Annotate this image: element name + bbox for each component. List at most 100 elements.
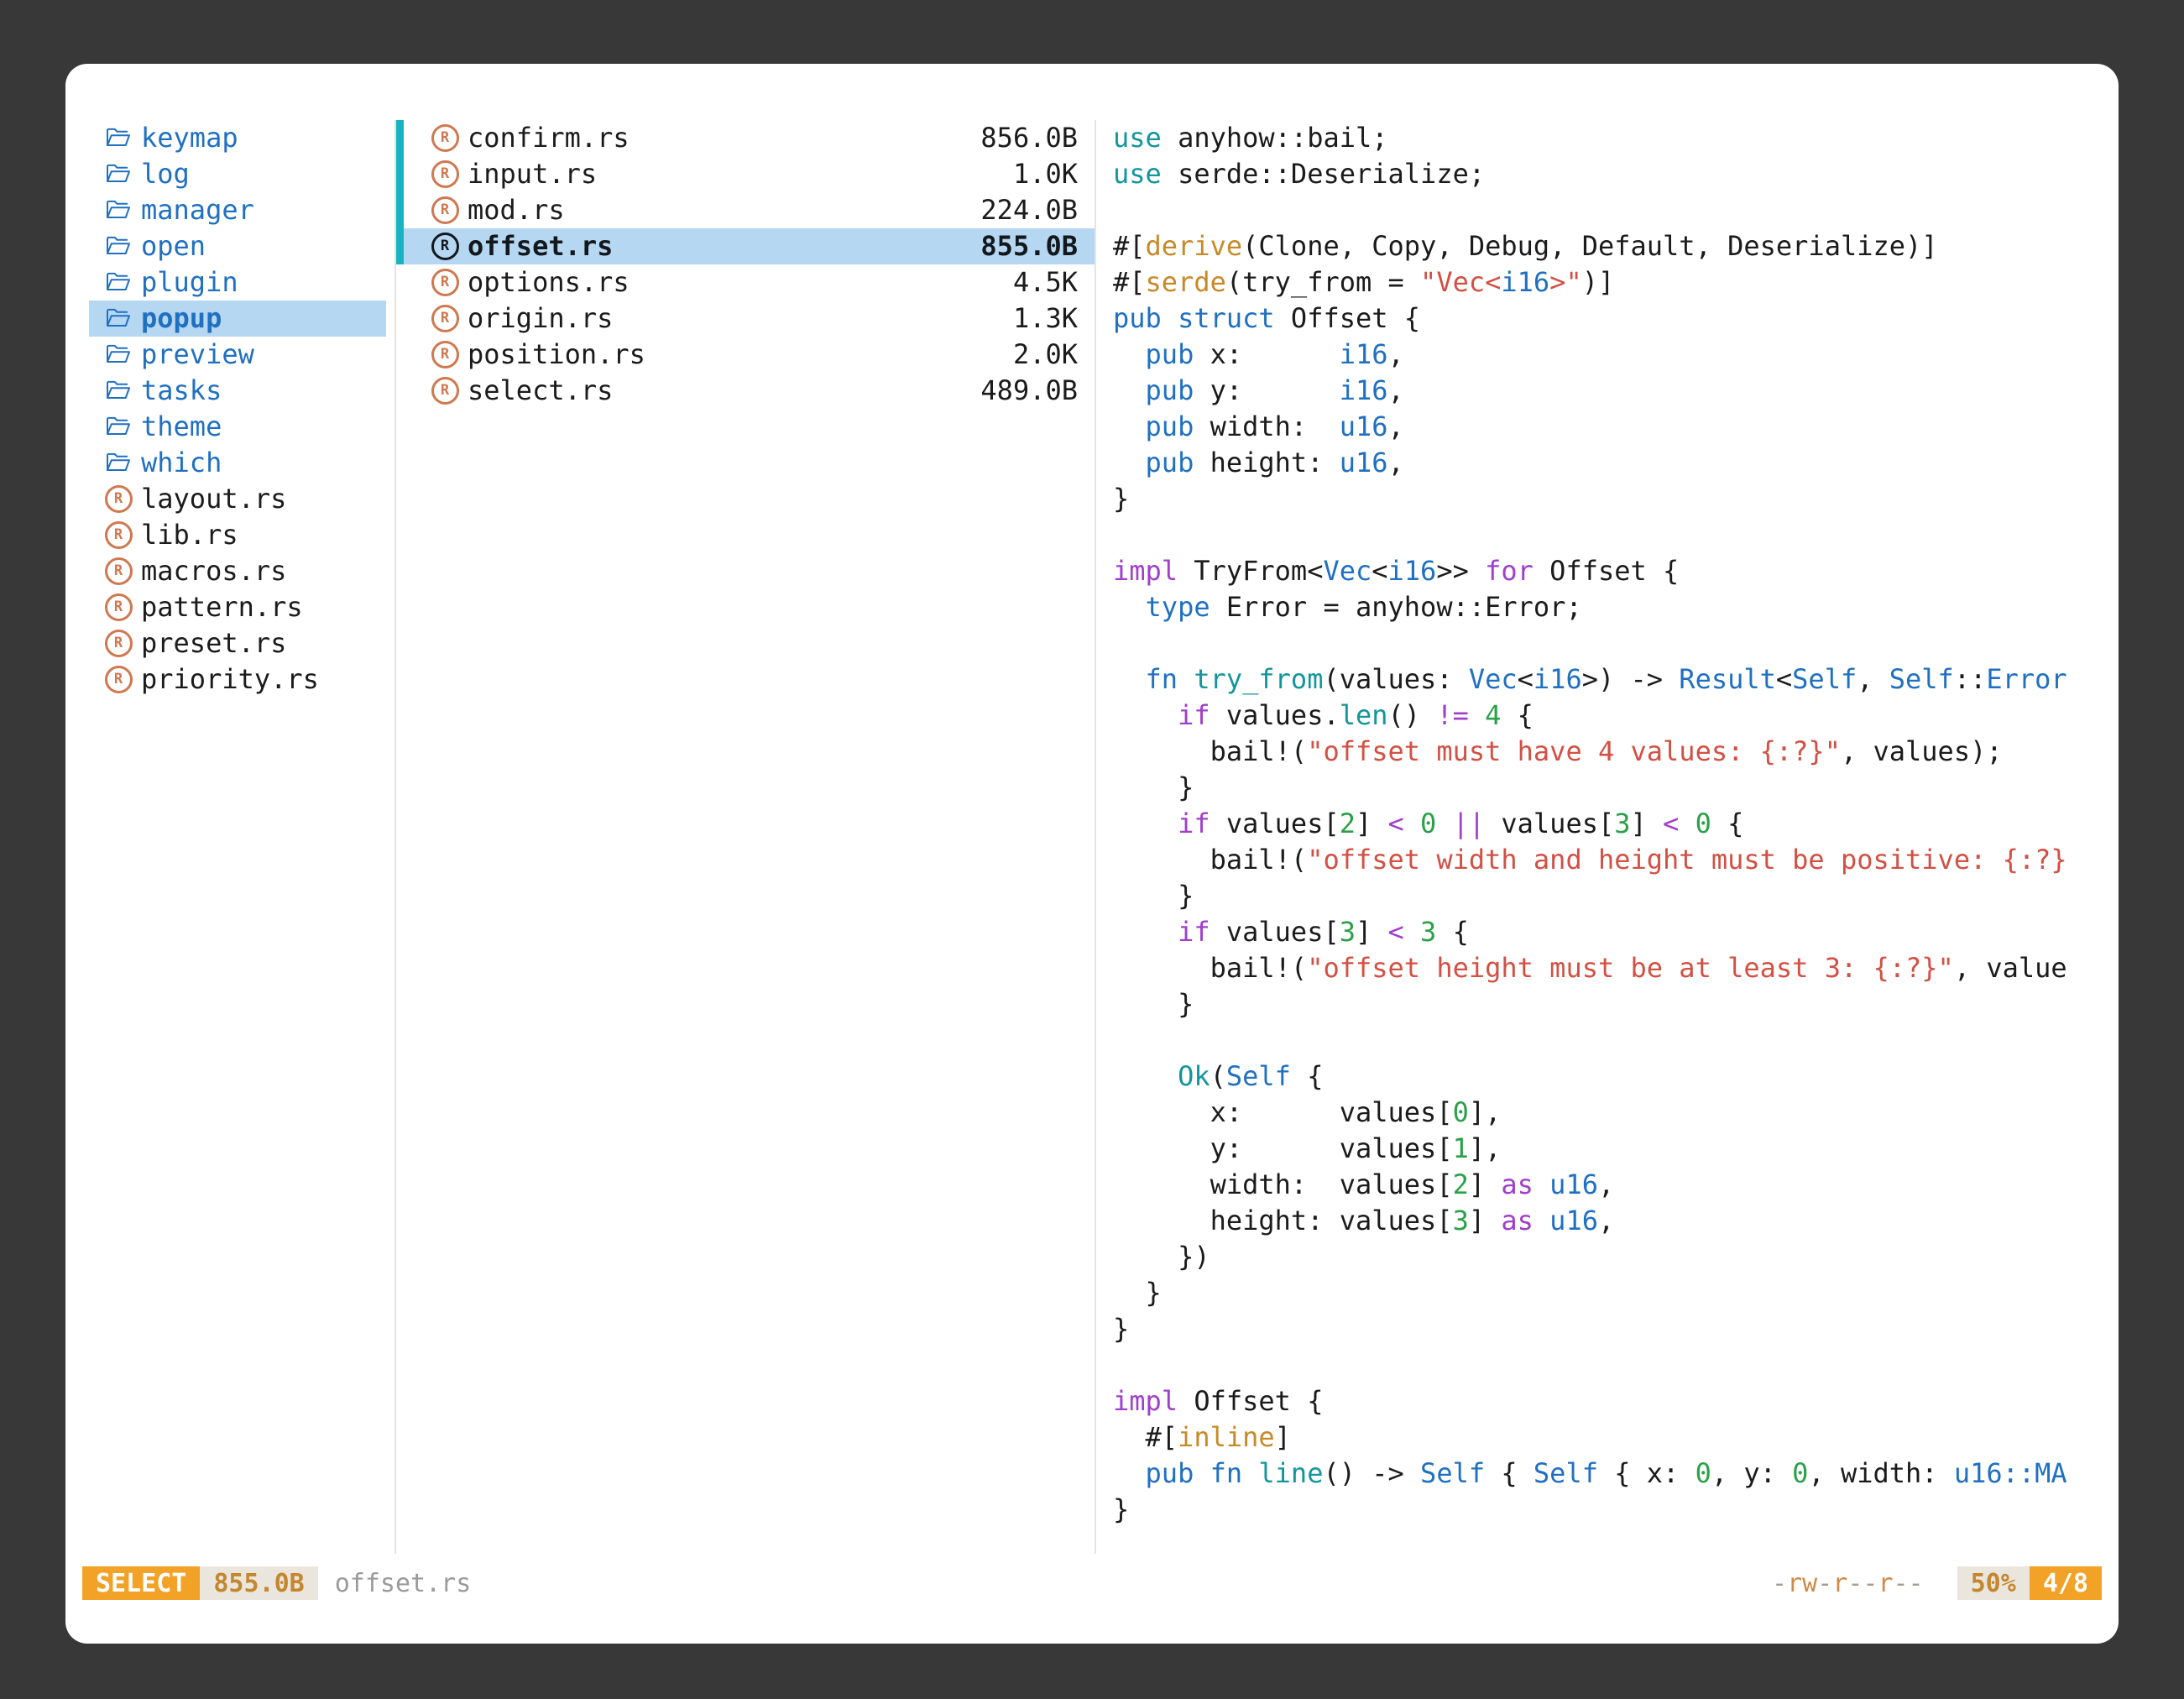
rust-file-icon: R: [431, 341, 459, 369]
sidebar-file-macros-rs[interactable]: Rmacros.rs: [89, 553, 386, 589]
code-line: height: values[3] as u16,: [1113, 1203, 2119, 1239]
file-name: origin.rs: [468, 301, 1013, 337]
folder-icon: [104, 272, 133, 293]
entry-label: plugin: [141, 264, 238, 301]
file-row-select-rs[interactable]: Rselect.rs489.0B: [396, 373, 1095, 409]
file-name: mod.rs: [468, 192, 980, 228]
file-row-input-rs[interactable]: Rinput.rs1.0K: [396, 156, 1095, 192]
file-row-position-rs[interactable]: Rposition.rs2.0K: [396, 337, 1095, 373]
entry-label: open: [141, 228, 206, 264]
file-row-options-rs[interactable]: Roptions.rs4.5K: [396, 264, 1095, 301]
file-size: 224.0B: [980, 192, 1078, 228]
folder-icon: [104, 128, 133, 149]
status-right: -rw-r--r-- 50% 4/8: [1772, 1566, 2102, 1600]
file-name: input.rs: [468, 156, 1013, 192]
sidebar-file-priority-rs[interactable]: Rpriority.rs: [89, 661, 386, 698]
code-line: [1113, 625, 2119, 661]
rust-file-icon: R: [431, 160, 459, 188]
code-line: Ok(Self {: [1113, 1059, 2119, 1095]
folder-icon: [104, 380, 133, 401]
code-line: pub height: u16,: [1113, 445, 2119, 481]
sidebar-file-layout-rs[interactable]: Rlayout.rs: [89, 481, 386, 517]
entry-label: which: [141, 445, 222, 481]
code-line: }: [1113, 481, 2119, 517]
sidebar-dir-open[interactable]: open: [89, 228, 386, 264]
rust-file-icon: R: [104, 485, 133, 513]
sidebar-dir-preview[interactable]: preview: [89, 337, 386, 373]
sidebar-dir-tasks[interactable]: tasks: [89, 373, 386, 409]
sidebar-dir-popup[interactable]: popup: [89, 301, 386, 337]
entry-label: log: [141, 156, 190, 192]
folder-icon: [104, 200, 133, 221]
cursor-position-badge: 4/8: [2030, 1566, 2102, 1600]
entry-label: preview: [141, 337, 254, 373]
sidebar-dir-log[interactable]: log: [89, 156, 386, 192]
file-size: 4.5K: [1013, 264, 1078, 301]
sidebar-dir-keymap[interactable]: keymap: [89, 120, 386, 156]
folder-icon: [104, 416, 133, 437]
sidebar-file-pattern-rs[interactable]: Rpattern.rs: [89, 589, 386, 625]
file-size: 856.0B: [980, 120, 1078, 156]
sidebar-dir-manager[interactable]: manager: [89, 192, 386, 228]
code-line: if values.len() != 4 {: [1113, 698, 2119, 734]
rust-file-icon: R: [431, 124, 459, 152]
code-line: #[inline]: [1113, 1419, 2119, 1456]
code-line: [1113, 1347, 2119, 1383]
file-row-mod-rs[interactable]: Rmod.rs224.0B: [396, 192, 1095, 228]
code-line: bail!("offset height must be at least 3:…: [1113, 950, 2119, 986]
rust-file-icon: R: [104, 521, 133, 549]
sidebar-dir-plugin[interactable]: plugin: [89, 264, 386, 301]
file-size: 2.0K: [1013, 337, 1078, 373]
rust-file-icon: R: [104, 666, 133, 693]
panes: keymaplogmanageropenpluginpopuppreviewta…: [65, 64, 2119, 1554]
code-line: x: values[0],: [1113, 1095, 2119, 1131]
file-name: position.rs: [468, 337, 1013, 373]
rust-file-icon: R: [104, 593, 133, 621]
file-name: select.rs: [468, 373, 980, 409]
file-row-origin-rs[interactable]: Rorigin.rs1.3K: [396, 301, 1095, 337]
code-line: width: values[2] as u16,: [1113, 1167, 2119, 1203]
entry-label: pattern.rs: [141, 589, 303, 625]
file-row-offset-rs[interactable]: Roffset.rs855.0B: [396, 228, 1095, 264]
code-line: }: [1113, 1311, 2119, 1347]
rust-file-icon: R: [431, 305, 459, 332]
file-name: offset.rs: [468, 228, 980, 264]
entry-label: lib.rs: [141, 517, 238, 553]
file-size: 855.0B: [980, 228, 1078, 264]
code-line: impl TryFrom<Vec<i16>> for Offset {: [1113, 553, 2119, 589]
sidebar-dir-theme[interactable]: theme: [89, 409, 386, 445]
file-name: confirm.rs: [468, 120, 980, 156]
sidebar-file-lib-rs[interactable]: Rlib.rs: [89, 517, 386, 553]
current-pane: Rconfirm.rs856.0BRinput.rs1.0KRmod.rs224…: [394, 120, 1096, 1554]
folder-icon: [104, 164, 133, 185]
parent-pane: keymaplogmanageropenpluginpopuppreviewta…: [65, 120, 394, 1554]
file-size: 1.0K: [1013, 156, 1078, 192]
code-line: use serde::Deserialize;: [1113, 156, 2119, 192]
rust-file-icon: R: [431, 233, 459, 260]
file-size-badge: 855.0B: [200, 1566, 317, 1600]
sidebar-dir-which[interactable]: which: [89, 445, 386, 481]
entry-label: keymap: [141, 120, 238, 156]
code-line: if values[2] < 0 || values[3] < 0 {: [1113, 806, 2119, 842]
code-line: }): [1113, 1239, 2119, 1275]
code-line: impl Offset {: [1113, 1383, 2119, 1419]
code-line: type Error = anyhow::Error;: [1113, 589, 2119, 625]
folder-icon: [104, 452, 133, 473]
code-line: pub x: i16,: [1113, 337, 2119, 373]
code-line: use anyhow::bail;: [1113, 120, 2119, 156]
sidebar-file-preset-rs[interactable]: Rpreset.rs: [89, 625, 386, 661]
entry-label: tasks: [141, 373, 222, 409]
mode-badge: SELECT: [82, 1566, 200, 1600]
scroll-percent-badge: 50%: [1957, 1566, 2030, 1600]
code-line: [1113, 517, 2119, 553]
code-line: }: [1113, 1275, 2119, 1311]
file-size: 1.3K: [1013, 301, 1078, 337]
file-row-confirm-rs[interactable]: Rconfirm.rs856.0B: [396, 120, 1095, 156]
entry-label: layout.rs: [141, 481, 286, 517]
code-preview: use anyhow::bail;use serde::Deserialize;…: [1113, 120, 2119, 1528]
code-line: bail!("offset must have 4 values: {:?}",…: [1113, 734, 2119, 770]
code-line: }: [1113, 1492, 2119, 1528]
entry-label: priority.rs: [141, 661, 319, 698]
code-line: }: [1113, 878, 2119, 914]
preview-pane: use anyhow::bail;use serde::Deserialize;…: [1096, 120, 2119, 1554]
